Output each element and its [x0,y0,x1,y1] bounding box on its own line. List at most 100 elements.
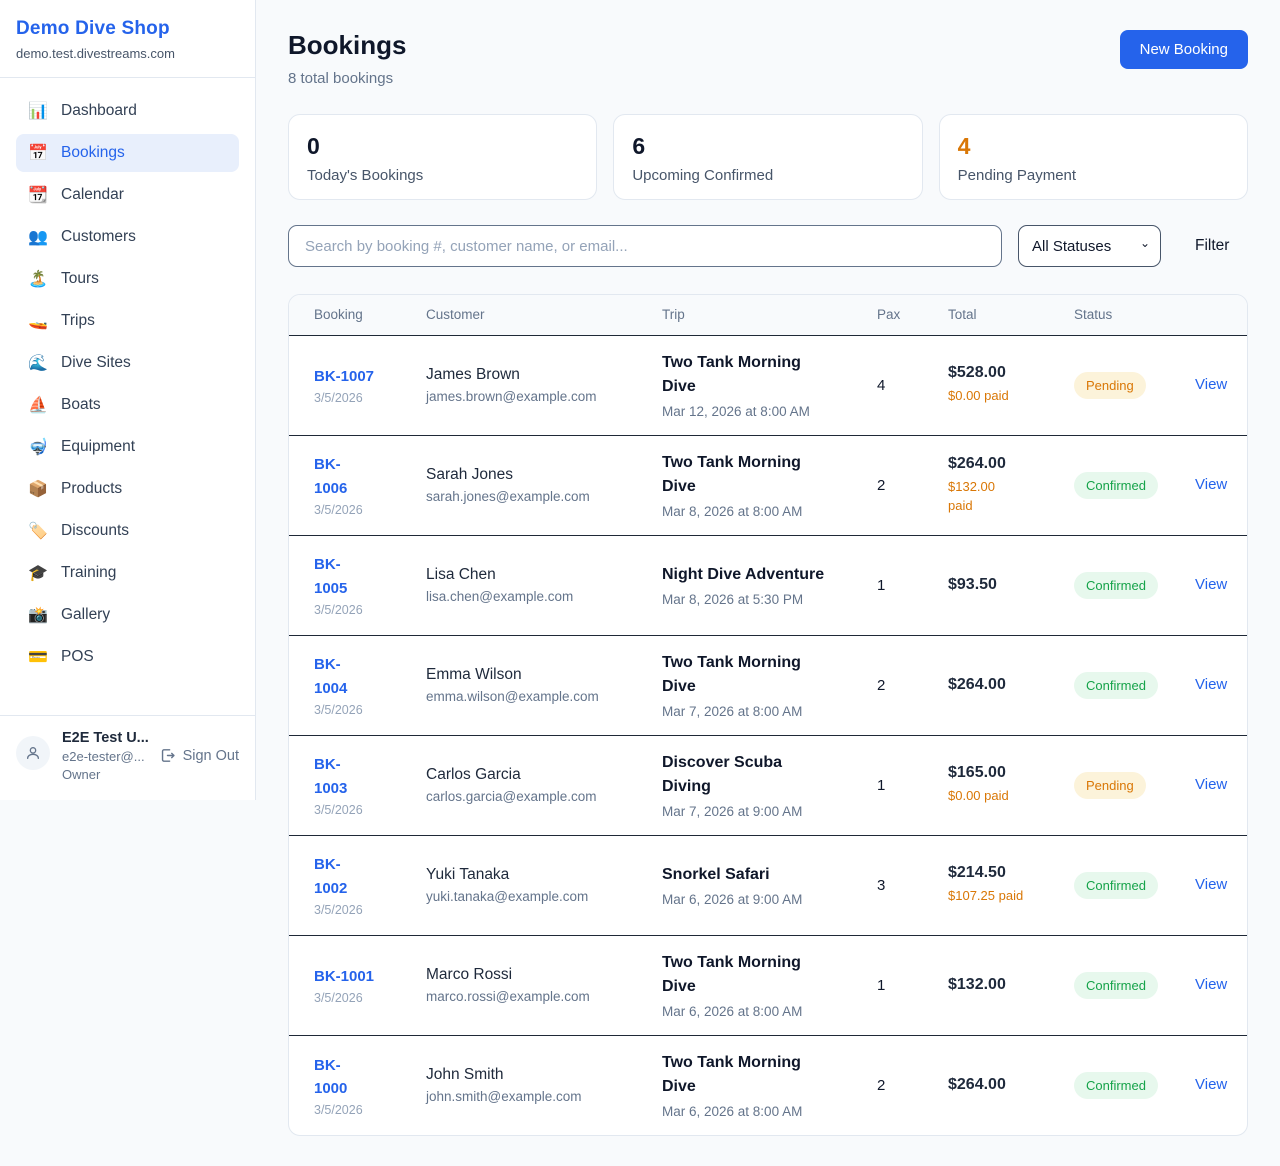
people-icon: 👥 [28,227,48,247]
pax-count: 1 [877,777,938,794]
paid-amount: $107.25 paid [948,886,1064,906]
bar-chart-icon: 📊 [28,101,48,121]
view-link[interactable]: View [1195,876,1227,893]
view-link[interactable]: View [1195,776,1227,793]
booking-id-link[interactable]: BK- 1006 [314,453,416,500]
sign-out-button[interactable]: Sign Out [159,747,239,764]
sidebar-item-discounts[interactable]: 🏷️ Discounts [16,512,239,550]
sidebar-item-dashboard[interactable]: 📊 Dashboard [16,92,239,130]
paid-amount: $0.00 paid [948,786,1064,806]
customer-name: Carlos Garcia [426,766,652,784]
pax-count: 2 [877,677,938,694]
total-amount: $264.00 [948,676,1064,694]
sidebar-item-gallery[interactable]: 📸 Gallery [16,596,239,634]
shop-title: Demo Dive Shop [16,18,239,40]
tag-icon: 🏷️ [28,521,48,541]
stat-label: Upcoming Confirmed [632,167,903,184]
view-link[interactable]: View [1195,576,1227,593]
pax-count: 4 [877,377,938,394]
sidebar-item-label: Tours [61,270,99,288]
booking-id-link[interactable]: BK- 1000 [314,1054,416,1101]
speedboat-icon: 🚤 [28,311,48,331]
sidebar-item-label: Products [61,480,122,498]
table-row: BK- 1006 3/5/2026 Sarah Jones sarah.jone… [289,435,1248,535]
view-link[interactable]: View [1195,376,1227,393]
sidebar-item-training[interactable]: 🎓 Training [16,554,239,592]
diving-mask-icon: 🤿 [28,437,48,457]
booking-id-link[interactable]: BK- 1004 [314,653,416,700]
booking-id-link[interactable]: BK- 1003 [314,753,416,800]
trip-datetime: Mar 6, 2026 at 8:00 AM [662,1104,867,1119]
sidebar-item-label: Discounts [61,522,129,540]
customer-email: james.brown@example.com [426,389,652,404]
customer-email: lisa.chen@example.com [426,589,652,604]
status-badge: Pending [1074,372,1146,399]
page-header: Bookings 8 total bookings New Booking [288,30,1248,87]
booking-id-link[interactable]: BK-1007 [314,365,416,388]
sidebar-item-calendar[interactable]: 📆 Calendar [16,176,239,214]
view-link[interactable]: View [1195,1076,1227,1093]
sidebar-item-label: Training [61,564,116,582]
status-filter-select[interactable]: All Statuses [1018,225,1161,267]
new-booking-button[interactable]: New Booking [1120,30,1248,69]
customer-email: john.smith@example.com [426,1089,652,1104]
sidebar-item-dive-sites[interactable]: 🌊 Dive Sites [16,344,239,382]
sidebar-item-label: Trips [61,312,95,330]
sidebar-item-label: Dashboard [61,102,137,120]
sidebar-item-boats[interactable]: ⛵ Boats [16,386,239,424]
trip-datetime: Mar 12, 2026 at 8:00 AM [662,404,867,419]
filter-button[interactable]: Filter [1195,237,1229,255]
table-row: BK- 1002 3/5/2026 Yuki Tanaka yuki.tanak… [289,835,1248,935]
sidebar-item-label: Calendar [61,186,124,204]
island-icon: 🏝️ [28,269,48,289]
trip-name: Two Tank Morning Dive [662,1051,867,1099]
stat-label: Pending Payment [958,167,1229,184]
column-header-total: Total [948,295,1074,335]
booking-date: 3/5/2026 [314,503,416,517]
tear-off-calendar-icon: 📆 [28,185,48,205]
sidebar-item-customers[interactable]: 👥 Customers [16,218,239,256]
booking-id-link[interactable]: BK- 1002 [314,853,416,900]
sidebar-item-label: POS [61,648,94,666]
sidebar-item-pos[interactable]: 💳 POS [16,638,239,676]
stat-value: 6 [632,133,903,160]
booking-id-link[interactable]: BK- 1005 [314,553,416,600]
booking-id-link[interactable]: BK-1001 [314,965,416,988]
pax-count: 1 [877,577,938,594]
total-amount: $264.00 [948,455,1064,473]
total-amount: $165.00 [948,764,1064,782]
sidebar-item-trips[interactable]: 🚤 Trips [16,302,239,340]
table-row: BK-1007 3/5/2026 James Brown james.brown… [289,335,1248,435]
sidebar-item-bookings[interactable]: 📅 Bookings [16,134,239,172]
stats-row: 0 Today's Bookings 6 Upcoming Confirmed … [288,114,1248,200]
sidebar-item-label: Dive Sites [61,354,131,372]
camera-icon: 📸 [28,605,48,625]
sidebar-item-label: Bookings [61,144,125,162]
pax-count: 2 [877,1077,938,1094]
view-link[interactable]: View [1195,976,1227,993]
main-content: Bookings 8 total bookings New Booking 0 … [256,0,1280,1166]
customer-email: marco.rossi@example.com [426,989,652,1004]
table-row: BK- 1000 3/5/2026 John Smith john.smith@… [289,1035,1248,1135]
status-badge: Confirmed [1074,872,1158,899]
view-link[interactable]: View [1195,676,1227,693]
search-input[interactable] [288,225,1002,267]
booking-date: 3/5/2026 [314,991,416,1005]
user-email: e2e-tester@... [62,749,147,764]
view-link[interactable]: View [1195,476,1227,493]
table-row: BK-1001 3/5/2026 Marco Rossi marco.rossi… [289,935,1248,1035]
booking-date: 3/5/2026 [314,903,416,917]
sidebar-item-tours[interactable]: 🏝️ Tours [16,260,239,298]
stat-value: 0 [307,133,578,160]
sidebar-item-equipment[interactable]: 🤿 Equipment [16,428,239,466]
trip-datetime: Mar 8, 2026 at 8:00 AM [662,504,867,519]
customer-name: John Smith [426,1066,652,1084]
customer-name: James Brown [426,366,652,384]
column-header-trip: Trip [662,295,877,335]
trip-name: Discover Scuba Diving [662,751,867,799]
status-badge: Confirmed [1074,472,1158,499]
sidebar-item-products[interactable]: 📦 Products [16,470,239,508]
column-header-actions [1195,295,1248,335]
customer-name: Sarah Jones [426,466,652,484]
customer-email: emma.wilson@example.com [426,689,652,704]
